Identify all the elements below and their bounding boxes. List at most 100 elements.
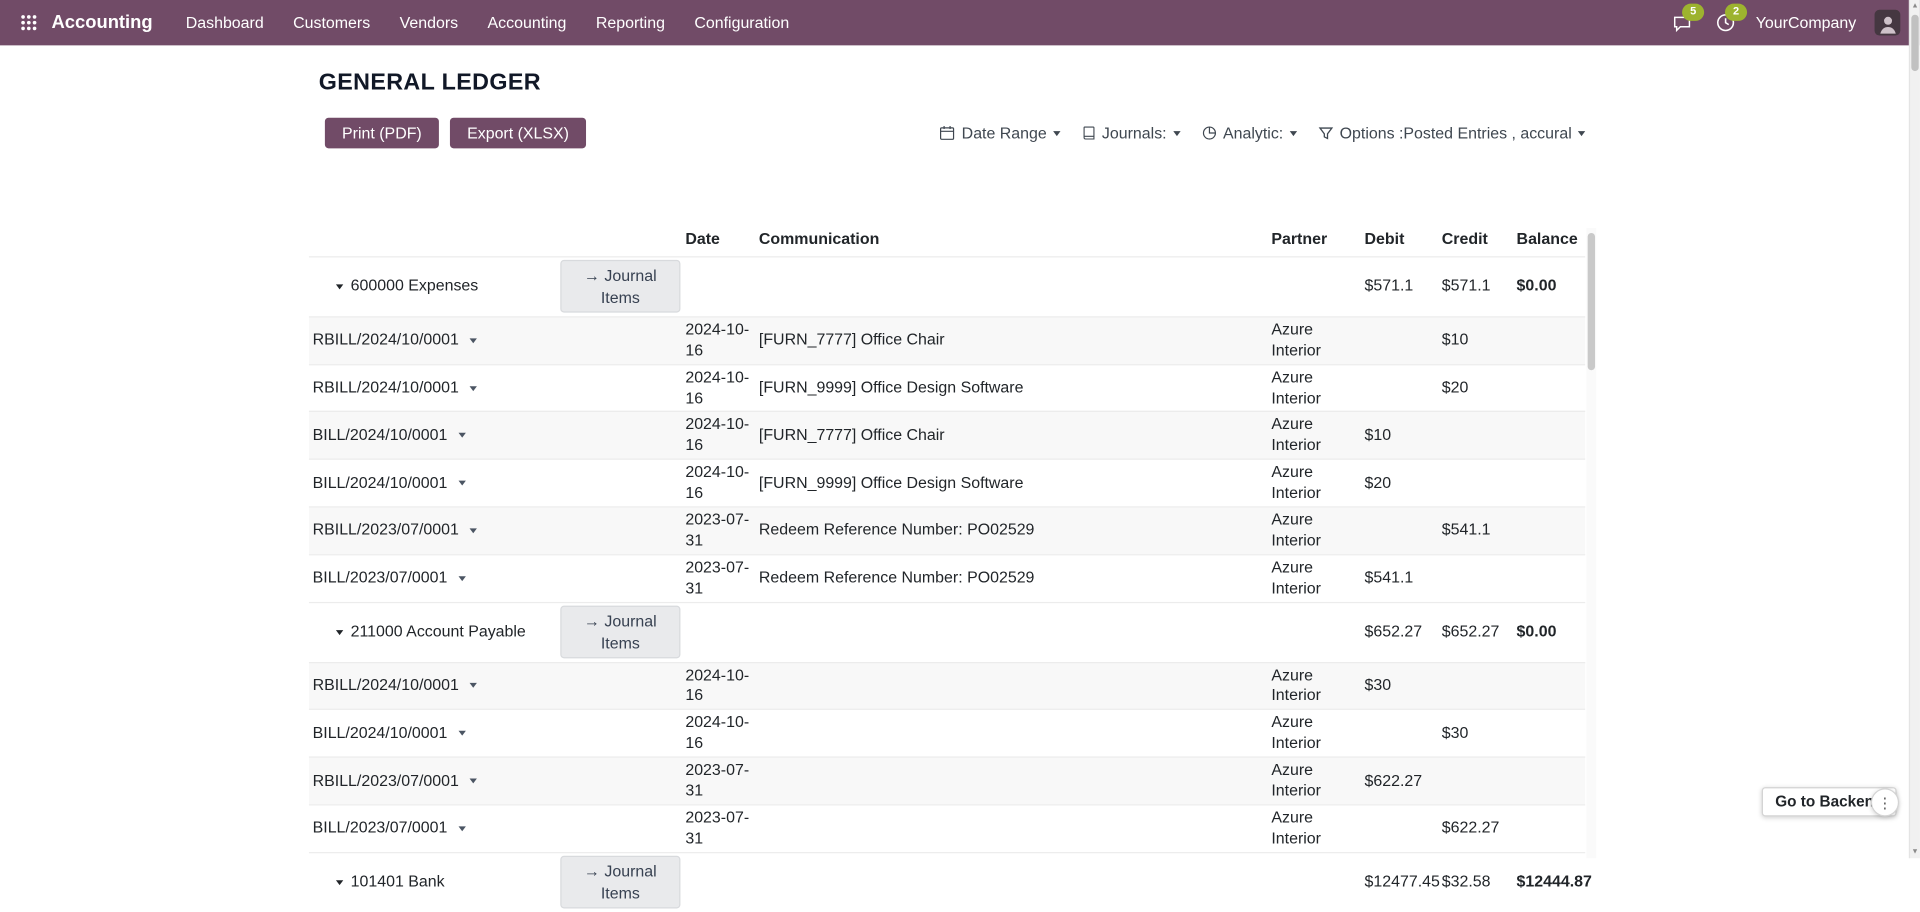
entry-communication: [FURN_9999] Office Design Software <box>756 460 1268 506</box>
group-total-debit: $12477.45 <box>1362 853 1439 912</box>
entry-debit: $541.1 <box>1362 555 1439 601</box>
menu-accounting[interactable]: Accounting <box>474 7 580 38</box>
move-name[interactable]: BILL/2024/10/0001 <box>313 425 448 446</box>
column-header-credit: Credit <box>1439 227 1514 256</box>
table-header-row: Date Communication Partner Debit Credit … <box>309 227 1585 256</box>
menu-dashboard[interactable]: Dashboard <box>172 7 277 38</box>
collapse-caret-icon[interactable] <box>336 880 343 885</box>
entry-partner: Azure Interior <box>1269 555 1362 601</box>
collapse-caret-icon[interactable] <box>336 630 343 635</box>
entry-debit: $20 <box>1362 460 1439 506</box>
menu-vendors[interactable]: Vendors <box>386 7 471 38</box>
page-scrollbar-thumb[interactable] <box>1911 15 1918 71</box>
dropdown-caret-icon[interactable] <box>458 576 465 581</box>
group-total-debit: $571.1 <box>1362 257 1439 316</box>
filter-options-label: Options :Posted Entries , accural <box>1340 124 1572 142</box>
filter-analytic-label: Analytic: <box>1223 124 1283 142</box>
dropdown-caret-icon[interactable] <box>458 826 465 831</box>
move-name[interactable]: RBILL/2023/07/0001 <box>313 520 459 541</box>
entry-debit <box>1362 365 1439 411</box>
move-name[interactable]: RBILL/2024/10/0001 <box>313 378 459 399</box>
move-name[interactable]: RBILL/2024/10/0001 <box>313 330 459 351</box>
journal-items-button[interactable]: → Journal Items <box>560 606 680 659</box>
menu-configuration[interactable]: Configuration <box>681 7 803 38</box>
entry-credit: $541.1 <box>1439 508 1514 554</box>
group-total-debit: $652.27 <box>1362 603 1439 662</box>
table-scrollbar-thumb[interactable] <box>1588 233 1595 370</box>
chevron-down-icon <box>1173 131 1180 136</box>
analytic-icon <box>1201 125 1217 141</box>
dropdown-caret-icon[interactable] <box>458 433 465 438</box>
app-brand[interactable]: Accounting <box>51 12 152 33</box>
scroll-down-arrow-icon[interactable]: ▼ <box>1910 846 1920 858</box>
account-name[interactable]: 600000 Expenses <box>351 276 479 297</box>
entry-date: 2023-07-31 <box>683 555 757 601</box>
page-scrollbar-track[interactable]: ▲ ▼ <box>1909 0 1920 858</box>
move-name[interactable]: BILL/2023/07/0001 <box>313 568 448 589</box>
entry-debit: $10 <box>1362 412 1439 458</box>
account-group-row: 101401 Bank→ Journal Items$12477.45$32.5… <box>309 852 1585 912</box>
dropdown-caret-icon[interactable] <box>458 731 465 736</box>
dropdown-caret-icon[interactable] <box>458 481 465 486</box>
entry-partner: Azure Interior <box>1269 317 1362 363</box>
account-group-row: 600000 Expenses→ Journal Items$571.1$571… <box>309 256 1585 316</box>
journal-items-button[interactable]: → Journal Items <box>560 856 680 909</box>
arrow-right-icon: → <box>584 266 604 284</box>
journal-entry-row: RBILL/2024/10/00012024-10-16[FURN_7777] … <box>309 316 1585 364</box>
main-menu: DashboardCustomersVendorsAccountingRepor… <box>172 7 802 38</box>
entry-credit <box>1439 460 1514 506</box>
chevron-down-icon <box>1053 131 1060 136</box>
journal-book-icon <box>1081 125 1096 141</box>
filter-date-range[interactable]: Date Range <box>940 124 1061 142</box>
scroll-up-arrow-icon[interactable]: ▲ <box>1910 0 1920 12</box>
export-xlsx-button[interactable]: Export (XLSX) <box>450 118 586 149</box>
move-name[interactable]: RBILL/2024/10/0001 <box>313 676 459 697</box>
person-glyph <box>1876 13 1898 35</box>
entry-partner: Azure Interior <box>1269 460 1362 506</box>
move-name[interactable]: BILL/2023/07/0001 <box>313 818 448 839</box>
dropdown-caret-icon[interactable] <box>470 528 477 533</box>
move-name[interactable]: BILL/2024/10/0001 <box>313 723 448 744</box>
account-name[interactable]: 101401 Bank <box>351 872 445 893</box>
entry-date: 2023-07-31 <box>683 758 757 804</box>
apps-grid-glyph <box>19 13 37 31</box>
journal-items-button[interactable]: → Journal Items <box>560 260 680 313</box>
entry-credit <box>1439 412 1514 458</box>
user-avatar[interactable] <box>1875 10 1901 36</box>
journal-entry-row: RBILL/2023/07/00012023-07-31Azure Interi… <box>309 757 1585 805</box>
move-name[interactable]: BILL/2024/10/0001 <box>313 473 448 494</box>
dropdown-caret-icon[interactable] <box>470 779 477 784</box>
entry-debit <box>1362 710 1439 756</box>
entry-communication: [FURN_7777] Office Chair <box>756 317 1268 363</box>
company-name[interactable]: YourCompany <box>1756 13 1856 31</box>
entry-date: 2024-10-16 <box>683 412 757 458</box>
table-scrollbar-track[interactable] <box>1586 228 1596 858</box>
journal-entry-row: RBILL/2023/07/00012023-07-31Redeem Refer… <box>309 506 1585 554</box>
activities-icon[interactable]: 2 <box>1713 10 1738 35</box>
entry-communication <box>756 710 1268 756</box>
messages-icon[interactable]: 5 <box>1670 10 1695 35</box>
dropdown-caret-icon[interactable] <box>470 683 477 688</box>
report-filters: Date Range Journals: Analytic: <box>940 124 1586 142</box>
dropdown-caret-icon[interactable] <box>470 338 477 343</box>
filter-date-range-label: Date Range <box>962 124 1047 142</box>
entry-credit <box>1439 555 1514 601</box>
apps-grid-icon[interactable] <box>15 9 42 36</box>
column-header-communication: Communication <box>756 227 1268 256</box>
column-header-debit: Debit <box>1362 227 1439 256</box>
backend-more-menu-button[interactable]: ⋮ <box>1871 788 1899 816</box>
journal-entry-row: BILL/2024/10/00012024-10-16Azure Interio… <box>309 709 1585 757</box>
account-name[interactable]: 211000 Account Payable <box>351 622 526 643</box>
collapse-caret-icon[interactable] <box>336 284 343 289</box>
dropdown-caret-icon[interactable] <box>470 386 477 391</box>
column-header-partner: Partner <box>1269 227 1362 256</box>
entry-communication <box>756 805 1268 851</box>
move-name[interactable]: RBILL/2023/07/0001 <box>313 771 459 792</box>
filter-analytic[interactable]: Analytic: <box>1201 124 1297 142</box>
print-pdf-button[interactable]: Print (PDF) <box>325 118 439 149</box>
filter-options[interactable]: Options :Posted Entries , accural <box>1318 124 1586 142</box>
menu-reporting[interactable]: Reporting <box>582 7 678 38</box>
menu-customers[interactable]: Customers <box>280 7 384 38</box>
entry-debit <box>1362 508 1439 554</box>
filter-journals[interactable]: Journals: <box>1081 124 1180 142</box>
